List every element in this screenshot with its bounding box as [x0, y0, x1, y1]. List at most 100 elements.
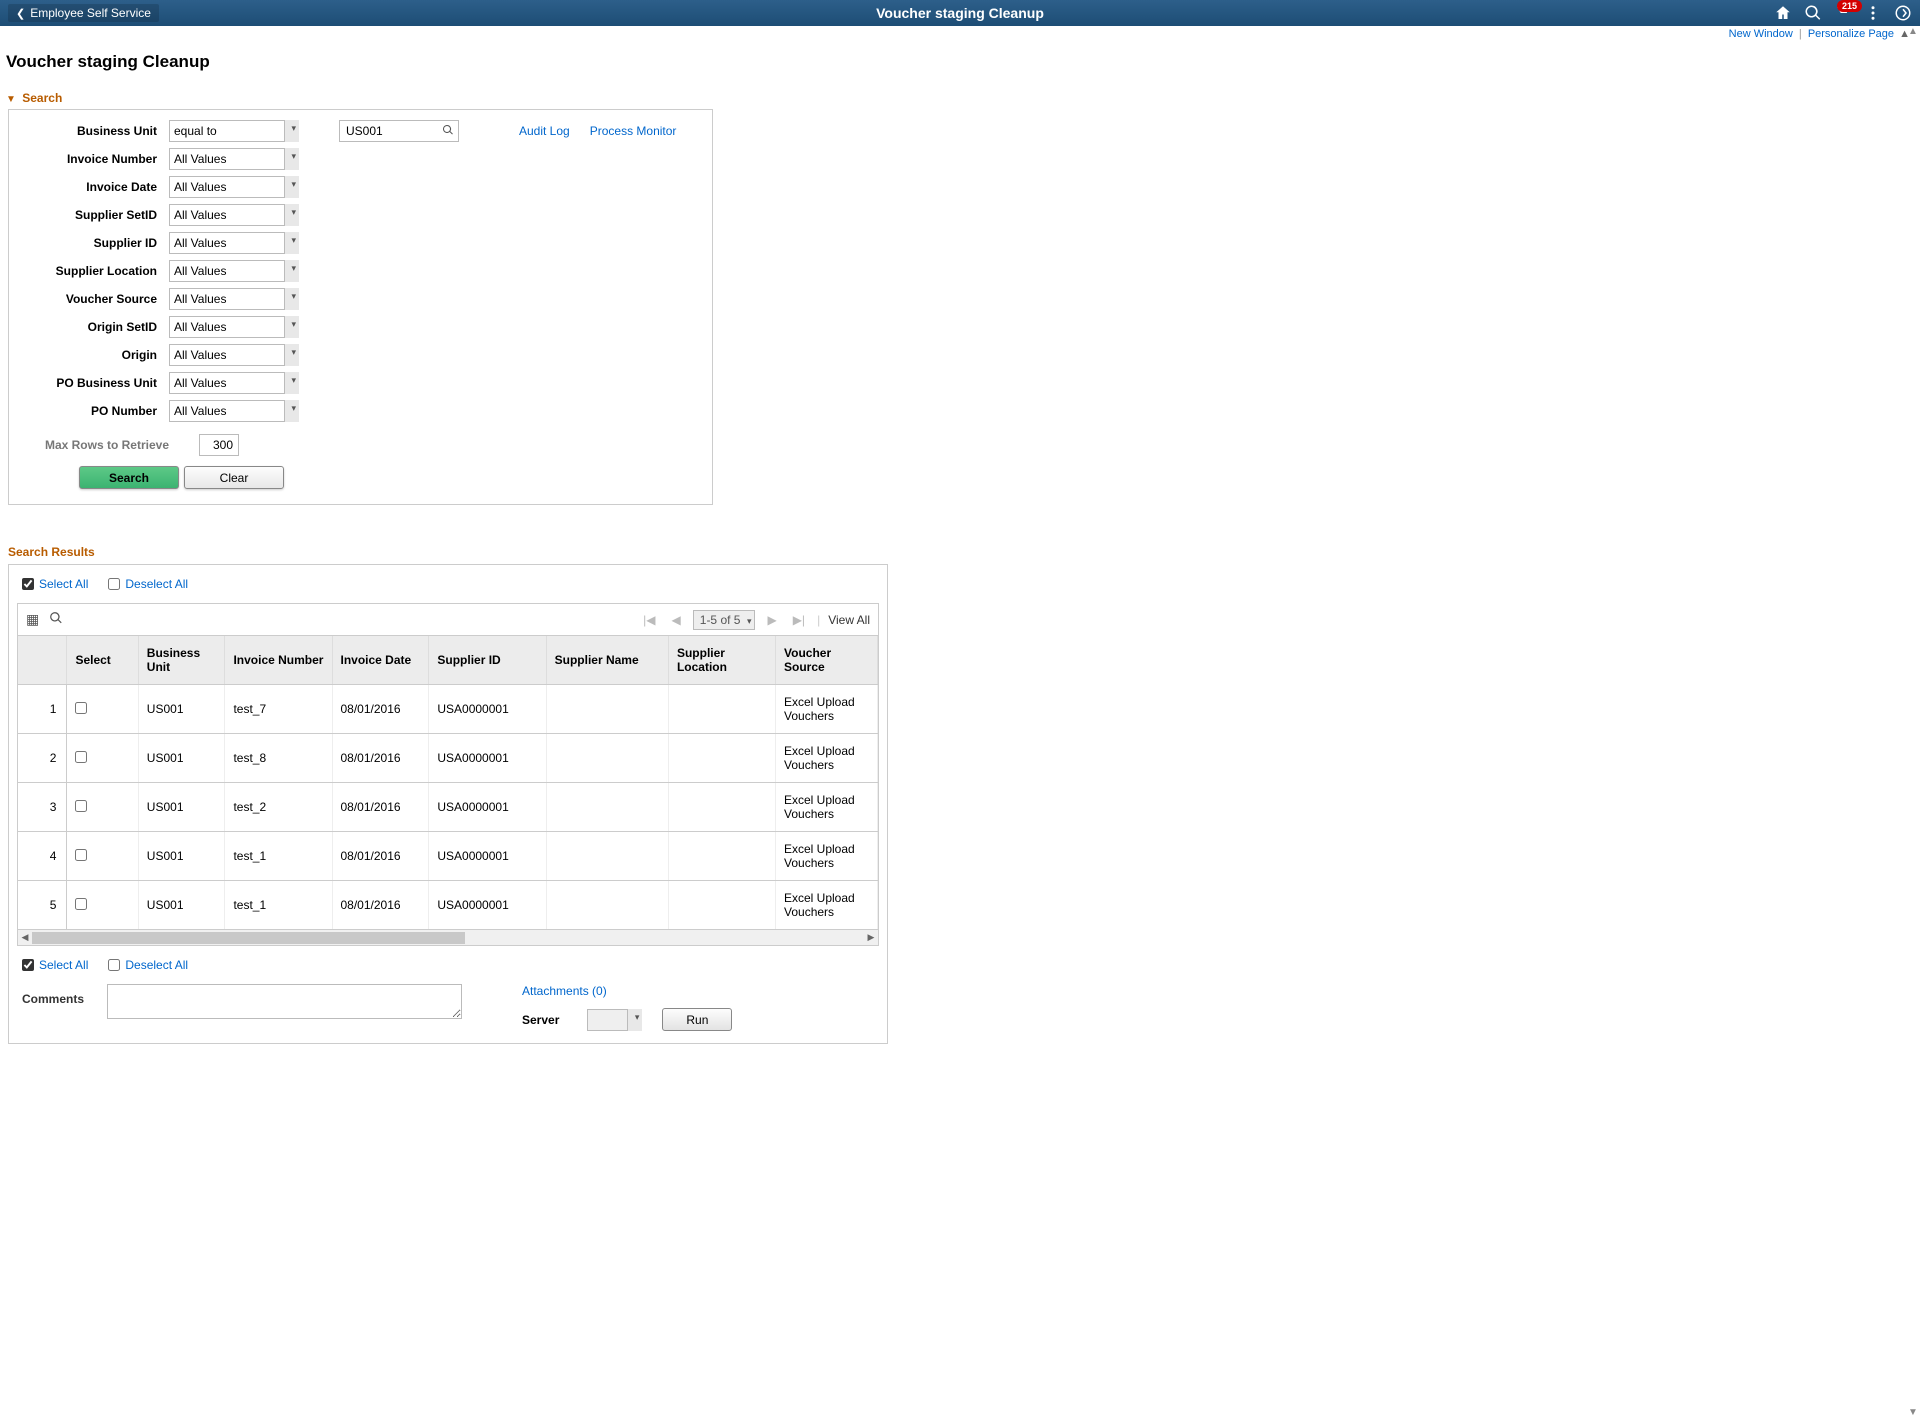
field-label: Supplier ID — [24, 236, 169, 250]
first-page-icon[interactable]: |◀ — [639, 613, 659, 627]
back-button[interactable]: ❮ Employee Self Service — [8, 4, 159, 22]
select-cell — [67, 734, 138, 783]
row-number: 3 — [18, 783, 67, 832]
deselect-all-link[interactable]: Deselect All — [125, 577, 188, 591]
scroll-right-icon[interactable]: ▶ — [864, 931, 878, 945]
select-all-link-bottom[interactable]: Select All — [39, 958, 88, 972]
grid-find-icon[interactable] — [49, 611, 63, 628]
select-all-link[interactable]: Select All — [39, 577, 88, 591]
column-header[interactable]: Select — [67, 636, 138, 685]
operator-select[interactable] — [169, 120, 299, 142]
notifications-icon[interactable]: 215 — [1834, 4, 1852, 22]
process-monitor-link[interactable]: Process Monitor — [590, 124, 677, 138]
select-all-checkbox-bottom[interactable] — [22, 959, 34, 971]
operator-select[interactable] — [169, 176, 299, 198]
column-header[interactable]: Supplier ID — [429, 636, 546, 685]
page-scrollbar[interactable]: ▲ ▼ — [1906, 26, 1920, 1418]
prev-page-icon[interactable]: ◀ — [668, 613, 685, 627]
actions-icon[interactable] — [1864, 4, 1882, 22]
cell-vsrc: Excel Upload Vouchers — [776, 832, 878, 881]
nav-icon[interactable] — [1894, 4, 1912, 22]
field-label: Origin — [24, 348, 169, 362]
results-grid: ▦ |◀ ◀ 1-5 of 5 ▶ ▶| | View All SelectBu… — [17, 603, 879, 946]
field-label: PO Number — [24, 404, 169, 418]
row-select-checkbox[interactable] — [75, 751, 87, 763]
clear-button[interactable]: Clear — [184, 466, 284, 489]
row-number: 1 — [18, 685, 67, 734]
cell-date: 08/01/2016 — [332, 881, 429, 930]
cell-inv: test_8 — [225, 734, 332, 783]
row-select-checkbox[interactable] — [75, 702, 87, 714]
row-select-checkbox[interactable] — [75, 800, 87, 812]
scroll-up-icon[interactable]: ▲ — [1908, 26, 1918, 37]
deselect-all-link-bottom[interactable]: Deselect All — [125, 958, 188, 972]
column-header[interactable]: Invoice Date — [332, 636, 429, 685]
row-select-checkbox[interactable] — [75, 849, 87, 861]
search-criteria-box: Business UnitAudit LogProcess MonitorInv… — [8, 109, 713, 505]
search-icon[interactable] — [1804, 4, 1822, 22]
field-label: Voucher Source — [24, 292, 169, 306]
search-field-row: Origin SetID — [24, 316, 697, 338]
row-select-checkbox[interactable] — [75, 898, 87, 910]
grid-personalize-icon[interactable]: ▦ — [26, 611, 39, 628]
column-header[interactable]: Invoice Number — [225, 636, 332, 685]
column-header[interactable]: Voucher Source — [776, 636, 878, 685]
operator-select[interactable] — [169, 260, 299, 282]
operator-select[interactable] — [169, 204, 299, 226]
search-section-header[interactable]: ▼ Search — [0, 87, 1920, 109]
row-number: 4 — [18, 832, 67, 881]
operator-select[interactable] — [169, 316, 299, 338]
comments-textarea[interactable] — [107, 984, 462, 1019]
max-rows-row: Max Rows to Retrieve — [24, 434, 697, 456]
cell-suploc — [668, 832, 775, 881]
deselect-all-checkbox[interactable] — [108, 578, 120, 590]
search-button[interactable]: Search — [79, 466, 179, 489]
audit-log-link[interactable]: Audit Log — [519, 124, 570, 138]
run-button[interactable]: Run — [662, 1008, 732, 1031]
column-header[interactable]: Supplier Location — [668, 636, 775, 685]
operator-select[interactable] — [169, 344, 299, 366]
cell-bu: US001 — [138, 734, 225, 783]
lookup-input[interactable] — [339, 120, 459, 142]
search-field-row: Invoice Date — [24, 176, 697, 198]
server-select[interactable] — [587, 1009, 642, 1031]
operator-select[interactable] — [169, 372, 299, 394]
back-label: Employee Self Service — [30, 6, 151, 20]
select-cell — [67, 832, 138, 881]
search-field-row: Invoice Number — [24, 148, 697, 170]
separator: | — [817, 613, 820, 627]
row-number: 2 — [18, 734, 67, 783]
operator-select[interactable] — [169, 288, 299, 310]
search-field-row: Supplier Location — [24, 260, 697, 282]
max-rows-input[interactable] — [199, 434, 239, 456]
table-row: 4US001test_108/01/2016USA0000001Excel Up… — [18, 832, 878, 881]
server-label: Server — [522, 1013, 559, 1027]
deselect-all-checkbox-bottom[interactable] — [108, 959, 120, 971]
view-all-link[interactable]: View All — [828, 613, 870, 627]
new-window-link[interactable]: New Window — [1729, 28, 1793, 40]
select-all-checkbox[interactable] — [22, 578, 34, 590]
column-header[interactable]: Business Unit — [138, 636, 225, 685]
operator-select[interactable] — [169, 400, 299, 422]
attachments-link[interactable]: Attachments (0) — [522, 984, 732, 998]
chevron-left-icon: ❮ — [16, 7, 25, 20]
home-icon[interactable] — [1774, 4, 1792, 22]
app-header: ❮ Employee Self Service Voucher staging … — [0, 0, 1920, 26]
search-field-row: Business UnitAudit LogProcess Monitor — [24, 120, 697, 142]
scroll-left-icon[interactable]: ◀ — [18, 931, 32, 945]
cell-supname — [546, 881, 668, 930]
scroll-down-icon[interactable]: ▼ — [1908, 1407, 1918, 1418]
cell-date: 08/01/2016 — [332, 685, 429, 734]
operator-select[interactable] — [169, 148, 299, 170]
cell-supname — [546, 832, 668, 881]
lookup-icon[interactable] — [442, 124, 454, 139]
row-range-select[interactable]: 1-5 of 5 — [693, 613, 756, 627]
operator-select[interactable] — [169, 232, 299, 254]
column-header[interactable]: Supplier Name — [546, 636, 668, 685]
next-page-icon[interactable]: ▶ — [763, 613, 780, 627]
footer-row: Comments Attachments (0) Server Run — [17, 984, 879, 1031]
last-page-icon[interactable]: ▶| — [789, 613, 809, 627]
personalize-link[interactable]: Personalize Page — [1808, 28, 1894, 40]
horizontal-scrollbar[interactable]: ◀ ▶ — [18, 930, 878, 945]
cell-supname — [546, 685, 668, 734]
